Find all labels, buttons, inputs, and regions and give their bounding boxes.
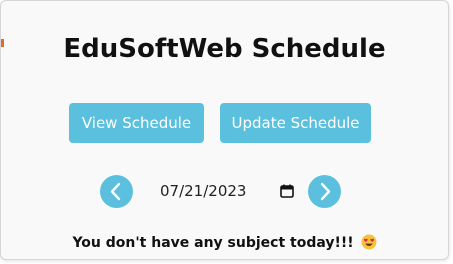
previous-day-button[interactable] bbox=[100, 175, 133, 208]
page-title: EduSoftWeb Schedule bbox=[63, 34, 386, 64]
chevron-right-icon bbox=[320, 182, 331, 201]
heart-eyes-emoji-icon bbox=[361, 234, 377, 250]
status-message: You don't have any subject today!!! bbox=[1, 234, 448, 251]
update-schedule-button[interactable]: Update Schedule bbox=[220, 103, 371, 143]
chevron-left-icon bbox=[110, 182, 121, 201]
status-message-text: You don't have any subject today!!! bbox=[72, 235, 354, 251]
view-schedule-button[interactable]: View Schedule bbox=[69, 103, 204, 143]
date-value: 07/21/2023 bbox=[160, 182, 247, 200]
date-input[interactable]: 07/21/2023 bbox=[153, 177, 301, 205]
app-window: EduSoftWeb Schedule View Schedule Update… bbox=[0, 0, 449, 260]
calendar-icon[interactable] bbox=[280, 184, 294, 198]
next-day-button[interactable] bbox=[308, 175, 341, 208]
